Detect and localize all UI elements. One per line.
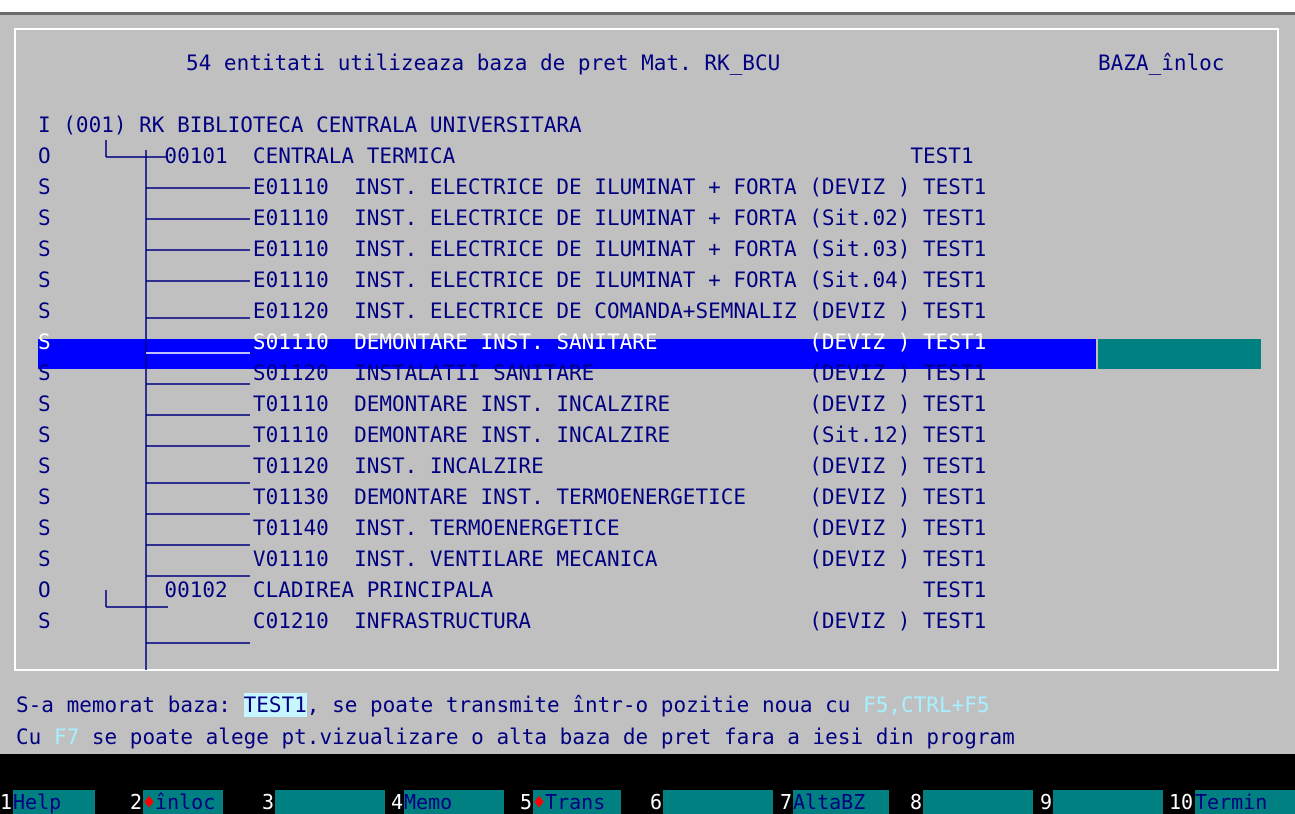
table-row[interactable]: S E01110 INST. ELECTRICE DE ILUMINAT + F… [38, 234, 1268, 264]
fkey-9-number[interactable]: 9 [1040, 790, 1052, 814]
status-mid: , se poate transmite într-o pozitie noua… [306, 693, 864, 717]
table-row[interactable]: S S01120 INSTALATII SANITARE (DEVIZ ) TE… [38, 358, 1268, 388]
fkey-label: înloc [155, 790, 216, 814]
fkey-label: Trans [545, 790, 606, 814]
table-row[interactable]: S T01110 DEMONTARE INST. INCALZIRE (Sit.… [38, 420, 1268, 450]
status-keys: F5,CTRL+F5 [863, 693, 990, 717]
fkey-1-number[interactable]: 1 [0, 790, 12, 814]
table-row[interactable]: S E01110 INST. ELECTRICE DE ILUMINAT + F… [38, 265, 1268, 295]
fkey-label: Help [13, 790, 62, 814]
memorized-base: TEST1 [243, 693, 307, 717]
table-row[interactable]: S E01120 INST. ELECTRICE DE COMANDA+SEMN… [38, 296, 1268, 326]
fkey-5-number[interactable]: 5 [520, 790, 532, 814]
table-row[interactable]: S T01110 DEMONTARE INST. INCALZIRE (DEVI… [38, 389, 1268, 419]
fkey-label: AltaBZ [793, 790, 866, 814]
fkey-10-number[interactable]: 10 [1169, 790, 1193, 814]
table-row[interactable]: I (001) RK BIBLIOTECA CENTRALA UNIVERSIT… [38, 110, 1268, 140]
diamond-icon: ♦ [533, 790, 546, 814]
status2-prefix: Cu [16, 725, 54, 749]
status-prefix: S-a memorat baza: [16, 693, 244, 717]
fkey-6-number[interactable]: 6 [650, 790, 662, 814]
table-row[interactable]: S E01110 INST. ELECTRICE DE ILUMINAT + F… [38, 172, 1268, 202]
fkey-8-number[interactable]: 8 [910, 790, 922, 814]
table-row[interactable]: S T01130 DEMONTARE INST. TERMOENERGETICE… [38, 482, 1268, 512]
fkey-7-number[interactable]: 7 [780, 790, 792, 814]
window-top-border [0, 0, 1295, 15]
fkey-7-button[interactable]: AltaBZ [793, 790, 889, 814]
table-row[interactable]: O 00102 CLADIREA PRINCIPALA TEST1 [38, 575, 1268, 605]
fkey-10-button[interactable]: Termin [1195, 790, 1295, 814]
table-row-selected[interactable]: S S01110 DEMONTARE INST. SANITARE (DEVIZ… [38, 327, 1268, 357]
status2-key: F7 [53, 725, 80, 749]
fkey-label: Memo [404, 790, 453, 814]
fkey-6-button[interactable] [663, 790, 773, 814]
table-row[interactable]: O 00101 CENTRALA TERMICA TEST1 [38, 141, 1268, 171]
fkey-2-number[interactable]: 2 [130, 790, 142, 814]
fkey-1-button[interactable]: Help [13, 790, 95, 814]
fkey-5-button[interactable]: ♦Trans [533, 790, 621, 814]
fkey-3-button[interactable] [275, 790, 385, 814]
fkey-8-button[interactable] [923, 790, 1033, 814]
table-row[interactable]: S C01210 INFRASTRUCTURA (DEVIZ ) TEST1 [38, 606, 1268, 636]
fkey-3-number[interactable]: 3 [262, 790, 274, 814]
table-row[interactable]: S V01110 INST. VENTILARE MECANICA (DEVIZ… [38, 544, 1268, 574]
fkey-label: Termin [1195, 790, 1268, 814]
table-row[interactable]: S E01110 INST. ELECTRICE DE ILUMINAT + F… [38, 203, 1268, 233]
status2-rest: se poate alege pt.vizualizare o alta baz… [79, 725, 1015, 749]
fkey-4-button[interactable]: Memo [404, 790, 504, 814]
table-row[interactable]: S T01120 INST. INCALZIRE (DEVIZ ) TEST1 [38, 451, 1268, 481]
table-row[interactable]: S T01140 INST. TERMOENERGETICE (DEVIZ ) … [38, 513, 1268, 543]
page-title: 54 entitati utilizeaza baza de pret Mat.… [186, 51, 781, 75]
status-line-1: S-a memorat baza: TEST1, se poate transm… [16, 690, 990, 720]
fkey-4-number[interactable]: 4 [391, 790, 403, 814]
fkey-9-button[interactable] [1053, 790, 1163, 814]
status-line-2: Cu F7 se poate alege pt.vizualizare o al… [16, 722, 1015, 752]
diamond-icon: ♦ [143, 790, 156, 814]
fkey-2-button[interactable]: ♦înloc [143, 790, 223, 814]
column-header-baza: BAZA_înloc [1098, 51, 1225, 75]
